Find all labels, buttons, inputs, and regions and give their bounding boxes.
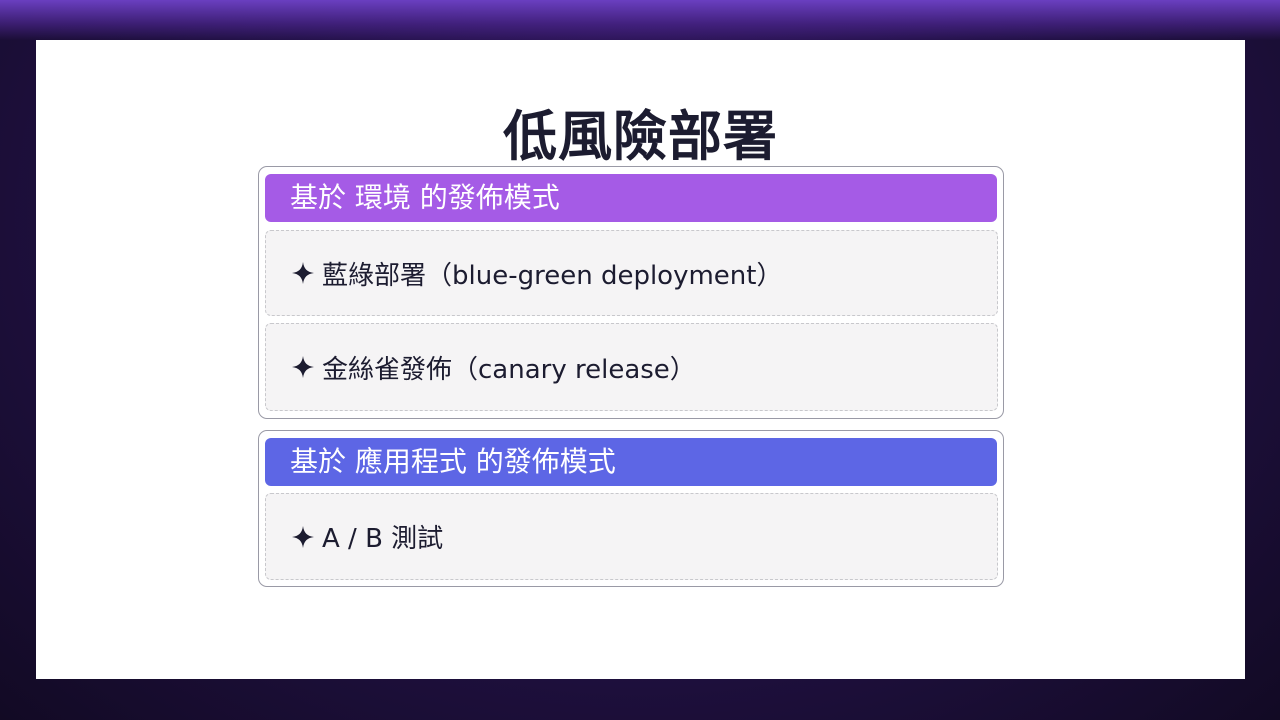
- section-environment-release: 基於 環境 的發佈模式 藍綠部署（blue-green deployment） …: [258, 166, 1004, 419]
- list-item-canary: 金絲雀發佈（canary release）: [265, 323, 998, 411]
- section-header-application: 基於 應用程式 的發佈模式: [265, 438, 997, 486]
- list-item-ab-test: A / B 測試: [265, 493, 998, 580]
- slide-title: 低風險部署: [503, 105, 778, 168]
- four-point-star-icon: [292, 262, 314, 284]
- list-item-label: 金絲雀發佈（canary release）: [322, 354, 696, 385]
- list-item-label: 藍綠部署（blue-green deployment）: [322, 260, 783, 291]
- list-item-label: A / B 測試: [322, 524, 444, 554]
- four-point-star-icon: [292, 356, 314, 378]
- slide-canvas: 低風險部署 基於 環境 的發佈模式 藍綠部署（blue-green deploy…: [36, 40, 1245, 679]
- top-glow-band: [0, 0, 1280, 40]
- list-item-blue-green: 藍綠部署（blue-green deployment）: [265, 230, 998, 316]
- four-point-star-icon: [292, 525, 314, 548]
- section-header-environment: 基於 環境 的發佈模式: [265, 174, 997, 222]
- section-application-release: 基於 應用程式 的發佈模式 A / B 測試: [258, 430, 1004, 587]
